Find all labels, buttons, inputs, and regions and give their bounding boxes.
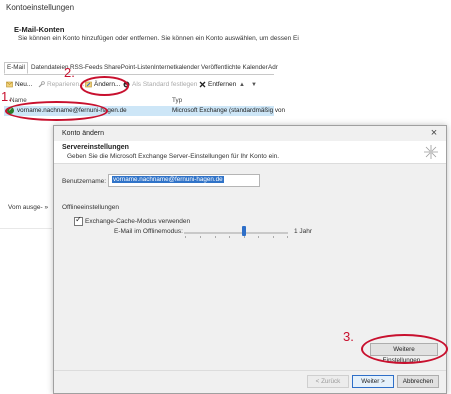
account-type: Microsoft Exchange (standardmäßig von — [172, 107, 286, 114]
offline-settings-heading: Offlineeinstellungen — [62, 204, 119, 211]
column-type[interactable]: Typ — [172, 97, 182, 104]
slider-tick — [229, 236, 230, 238]
annotation-oval-2 — [80, 76, 129, 96]
tab-address-books[interactable]: Adr — [266, 63, 280, 73]
set-default-button[interactable]: Als Standard festlegen — [123, 79, 197, 91]
repair-icon — [38, 80, 45, 88]
username-field[interactable]: vorname.nachname@fernuni-hagen.de — [108, 174, 260, 187]
slider-tick — [287, 236, 288, 238]
dialog-title: Konto ändern — [62, 130, 105, 137]
remove-button[interactable]: Entfernen — [199, 79, 236, 91]
annotation-oval-1 — [5, 101, 108, 121]
slider-tick — [244, 236, 245, 238]
tab-bar: E-Mail Datendateien RSS-Feeds SharePoint… — [4, 62, 278, 75]
tab-published-calendars[interactable]: Veröffentlichte Kalender — [199, 63, 270, 73]
window-title: Kontoeinstellungen — [6, 3, 75, 12]
offline-mail-label: E-Mail im Offlinemodus: — [114, 228, 183, 235]
username-label: Benutzername: — [62, 178, 107, 185]
section-description: Sie können ein Konto hinzufügen oder ent… — [18, 35, 299, 42]
dialog-header: Servereinstellungen Geben Sie die Micros… — [54, 141, 446, 164]
remove-button-label: Entfernen — [208, 81, 237, 88]
slider-tick — [185, 236, 186, 238]
window-divider — [0, 228, 52, 229]
slider-tick — [215, 236, 216, 238]
tab-internet-calendars[interactable]: Internetkalender — [152, 63, 202, 73]
move-up-button[interactable]: ▲ — [239, 79, 245, 91]
back-button[interactable]: < Zurück — [307, 375, 349, 388]
cache-mode-label: Exchange-Cache-Modus verwenden — [85, 218, 191, 225]
annotation-step-3: 3. — [343, 329, 354, 344]
annotation-step-2: 2. — [64, 65, 75, 80]
store-label: Vom ausge- » — [8, 204, 48, 211]
slider-tick — [200, 236, 201, 238]
checkmark-icon: ✓ — [75, 215, 82, 224]
username-value: vorname.nachname@fernuni-hagen.de — [112, 176, 224, 183]
next-button[interactable]: Weiter > — [352, 375, 394, 388]
annotation-oval-3 — [361, 334, 448, 364]
store-label-text: Vom ausge- — [8, 204, 43, 211]
tab-sharepoint-lists[interactable]: SharePoint-Listen — [102, 63, 156, 73]
move-down-button[interactable]: ▼ — [251, 79, 257, 91]
header-description: Geben Sie die Microsoft Exchange Server-… — [67, 153, 280, 160]
offline-mail-slider-thumb[interactable] — [242, 226, 246, 236]
tab-email[interactable]: E-Mail — [4, 62, 28, 74]
new-button-label: Neu... — [15, 81, 33, 88]
offline-mail-value: 1 Jahr — [294, 228, 313, 235]
header-title: Servereinstellungen — [62, 144, 129, 151]
slider-tick — [273, 236, 274, 238]
store-arrow: » — [44, 204, 49, 211]
close-icon[interactable]: × — [428, 127, 440, 139]
offline-mail-slider-track[interactable] — [184, 232, 288, 234]
set-default-button-label: Als Standard festlegen — [132, 81, 198, 88]
annotation-step-1: 1. — [1, 89, 12, 104]
repair-button[interactable]: Reparieren... — [38, 79, 85, 91]
repair-button-label: Reparieren... — [47, 81, 85, 88]
remove-icon — [199, 81, 206, 88]
account-toolbar: Neu... Reparieren... Ändern... Als Stand… — [4, 79, 274, 91]
cancel-button[interactable]: Abbrechen — [397, 375, 439, 388]
new-account-icon — [6, 81, 13, 88]
slider-tick — [258, 236, 259, 238]
section-title: E-Mail-Konten — [14, 25, 65, 34]
wizard-sparkle-icon — [422, 143, 440, 161]
